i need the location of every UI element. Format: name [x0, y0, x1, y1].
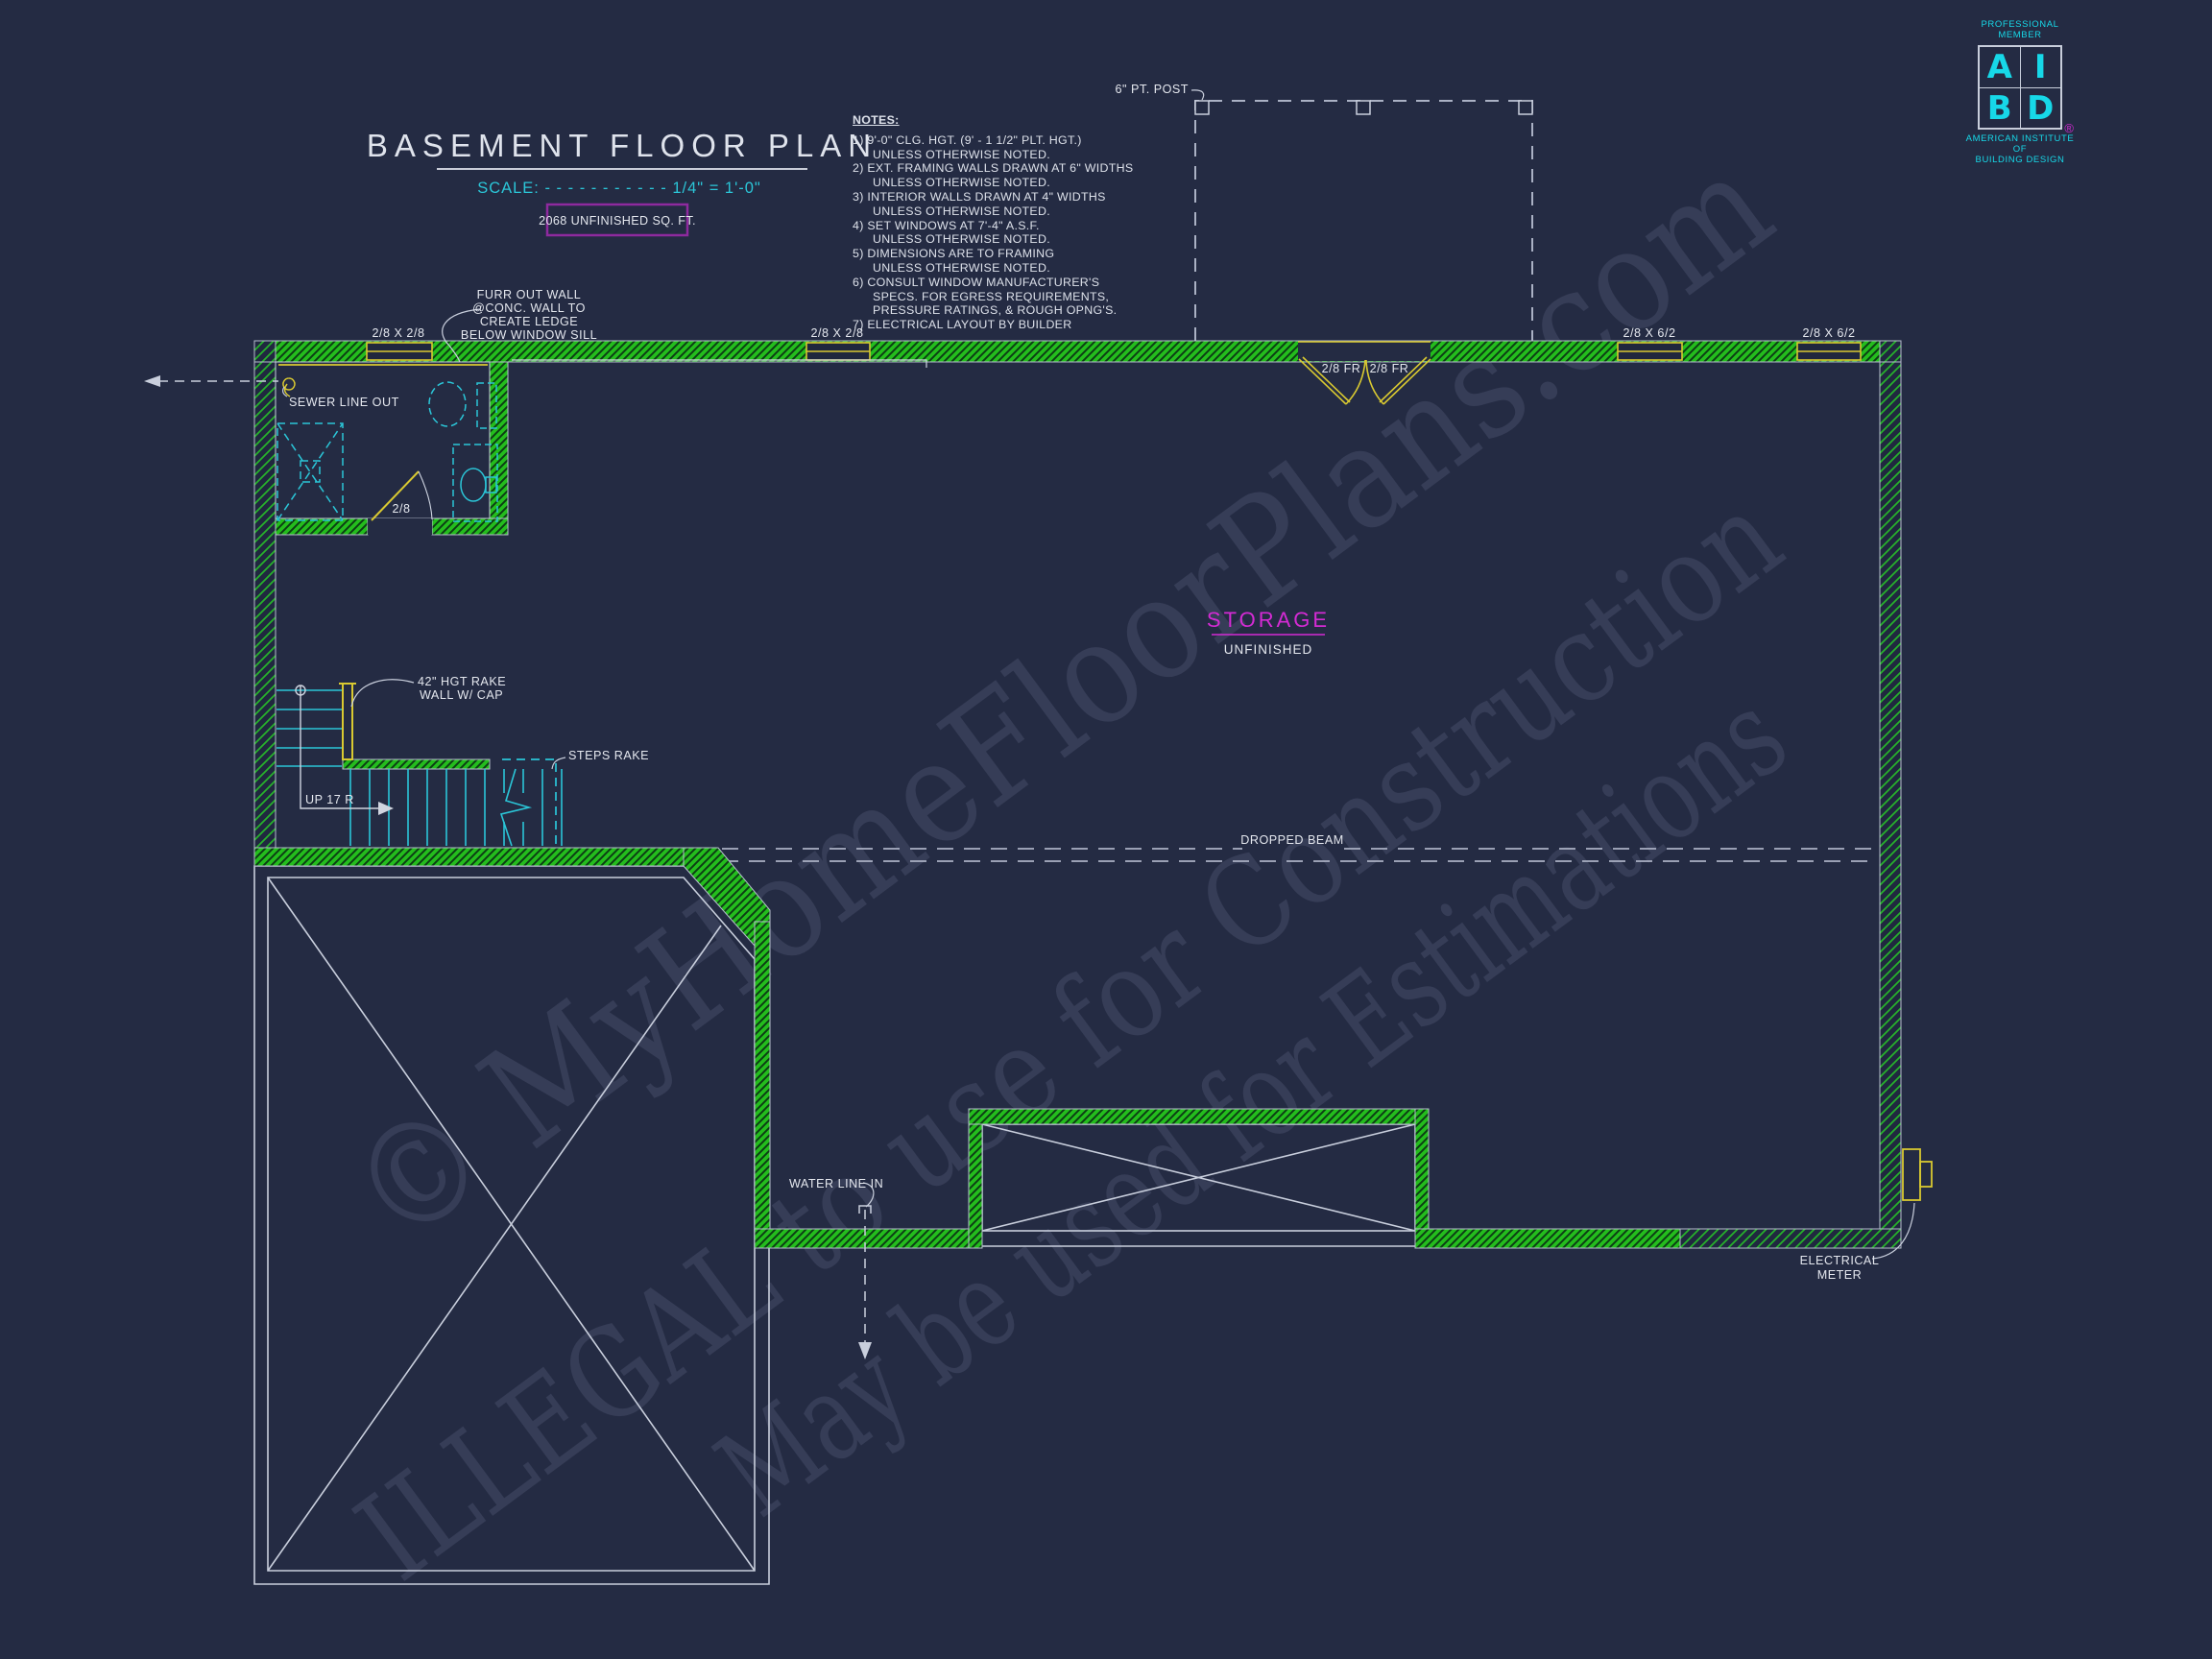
logo-org-line3: BUILDING DESIGN [1953, 155, 2087, 165]
dropped-beam-label: DROPPED BEAM [1240, 833, 1343, 847]
post-leader [1191, 90, 1204, 100]
note-line: PRESSURE RATINGS, & ROUGH OPNG'S. [853, 303, 1141, 318]
note-line: 3) INTERIOR WALLS DRAWN AT 4" WIDTHS [853, 190, 1141, 204]
bath-right-wall [490, 362, 508, 535]
title-block: BASEMENT FLOOR PLAN SCALE: - - - - - - -… [367, 128, 878, 235]
window-2/8x2/8-b [806, 343, 870, 360]
fr-door-label-right: 2/8 FR [1370, 362, 1409, 375]
logo-letter-b: B [1980, 88, 2021, 129]
window-2/8x6/2-b [1797, 343, 1861, 360]
window-2/8x2/8-a [367, 343, 432, 360]
steps-rake-label: STEPS RAKE [568, 749, 649, 762]
bath-door-label: 2/8 [392, 502, 410, 516]
window-label-1: 2/8 X 2/8 [373, 326, 425, 340]
note-line: 1) 9'-0" CLG. HGT. (9' - 1 1/2" PLT. HGT… [853, 133, 1141, 148]
sewer-symbol [283, 378, 295, 397]
note-line: UNLESS OTHERWISE NOTED. [853, 176, 1141, 190]
electrical-meter-symbol [1903, 1149, 1932, 1200]
logo-org-line2: OF [1953, 144, 2087, 155]
furr-label-3: CREATE LEDGE [480, 315, 578, 328]
note-line: SPECS. FOR EGRESS REQUIREMENTS, [853, 290, 1141, 304]
window-2/8x6/2-a [1618, 343, 1682, 360]
note-line: UNLESS OTHERWISE NOTED. [853, 204, 1141, 219]
room-status: UNFINISHED [1224, 642, 1313, 657]
registered-mark-icon: ® [2064, 121, 2074, 135]
bottom-wall-left [755, 1229, 982, 1248]
scale-label: SCALE: - - - - - - - - - - - 1/4" = 1'-0… [477, 180, 761, 197]
right-wall [1880, 362, 1901, 1248]
bottom-wall-right-a [1415, 1229, 1680, 1248]
post-label: 6" PT. POST [1116, 83, 1189, 96]
bottom-wall-right-b [1680, 1229, 1901, 1248]
note-line: UNLESS OTHERWISE NOTED. [853, 232, 1141, 247]
mid-vertical-wall [755, 922, 770, 1248]
room-name: STORAGE [1207, 608, 1330, 632]
rake-label-2: WALL W/ CAP [420, 688, 503, 702]
stair-bottom-wall [254, 848, 691, 866]
bumpout-right-leg [1415, 1109, 1429, 1248]
corner-top-right [1880, 341, 1901, 362]
note-line: UNLESS OTHERWISE NOTED. [853, 148, 1141, 162]
up-label: UP 17 R [305, 793, 354, 806]
fr-door-label-left: 2/8 FR [1322, 362, 1361, 375]
window-label-4: 2/8 X 6/2 [1803, 326, 1856, 340]
bumpout-top-wall [969, 1109, 1429, 1124]
rake-label-1: 42" HGT RAKE [418, 675, 506, 688]
bathroom-interior-outline [276, 362, 490, 518]
furr-label-2: @CONC. WALL TO [472, 301, 586, 315]
furr-label-1: FURR OUT WALL [477, 288, 582, 301]
logo-letter-d: D [2021, 88, 2061, 129]
furr-label-4: BELOW WINDOW SILL [461, 328, 597, 342]
stair-half-wall [343, 759, 490, 769]
bumpout-left-leg [969, 1109, 982, 1248]
electrical-label-1: ELECTRICAL [1800, 1254, 1880, 1267]
note-line: 6) CONSULT WINDOW MANUFACTURER'S [853, 276, 1141, 290]
sewer-label: SEWER LINE OUT [289, 396, 399, 409]
post-square [1195, 101, 1209, 114]
page-title: BASEMENT FLOOR PLAN [367, 128, 878, 163]
note-line: 5) DIMENSIONS ARE TO FRAMING [853, 247, 1141, 261]
toilet [429, 382, 496, 428]
notes-heading: NOTES: [853, 113, 1141, 128]
sqft-label: 2068 UNFINISHED SQ. FT. [539, 214, 696, 228]
notes-block: NOTES: 1) 9'-0" CLG. HGT. (9' - 1 1/2" P… [853, 113, 1141, 332]
aibd-logo: PROFESSIONAL MEMBER A I B D ® AMERICAN I… [1953, 19, 2087, 165]
water-label: WATER LINE IN [789, 1177, 883, 1190]
note-line: 2) EXT. FRAMING WALLS DRAWN AT 6" WIDTHS [853, 161, 1141, 176]
logo-letter-i: I [2021, 47, 2061, 87]
rake-leader [351, 680, 414, 707]
logo-member-line1: PROFESSIONAL [1953, 19, 2087, 30]
shower [277, 423, 343, 520]
logo-letter-a: A [1980, 47, 2021, 87]
post-square [1357, 101, 1370, 114]
window-label-3: 2/8 X 6/2 [1623, 326, 1676, 340]
steps-rake-leader [552, 757, 565, 769]
electrical-label-2: METER [1817, 1268, 1863, 1282]
aibd-logo-box: A I B D ® [1978, 45, 2062, 130]
logo-member-line2: MEMBER [1953, 30, 2087, 40]
note-line: UNLESS OTHERWISE NOTED. [853, 261, 1141, 276]
basement-floor-plan-screenshot: { "title": { "main": "BASEMENT FLOOR PLA… [0, 0, 2212, 1659]
note-line: 4) SET WINDOWS AT 7'-4" A.S.F. [853, 219, 1141, 233]
left-wall [254, 362, 276, 862]
post-square [1519, 101, 1532, 114]
corner-top-left [254, 341, 276, 362]
note-line: 7) ELECTRICAL LAYOUT BY BUILDER [853, 318, 1141, 332]
